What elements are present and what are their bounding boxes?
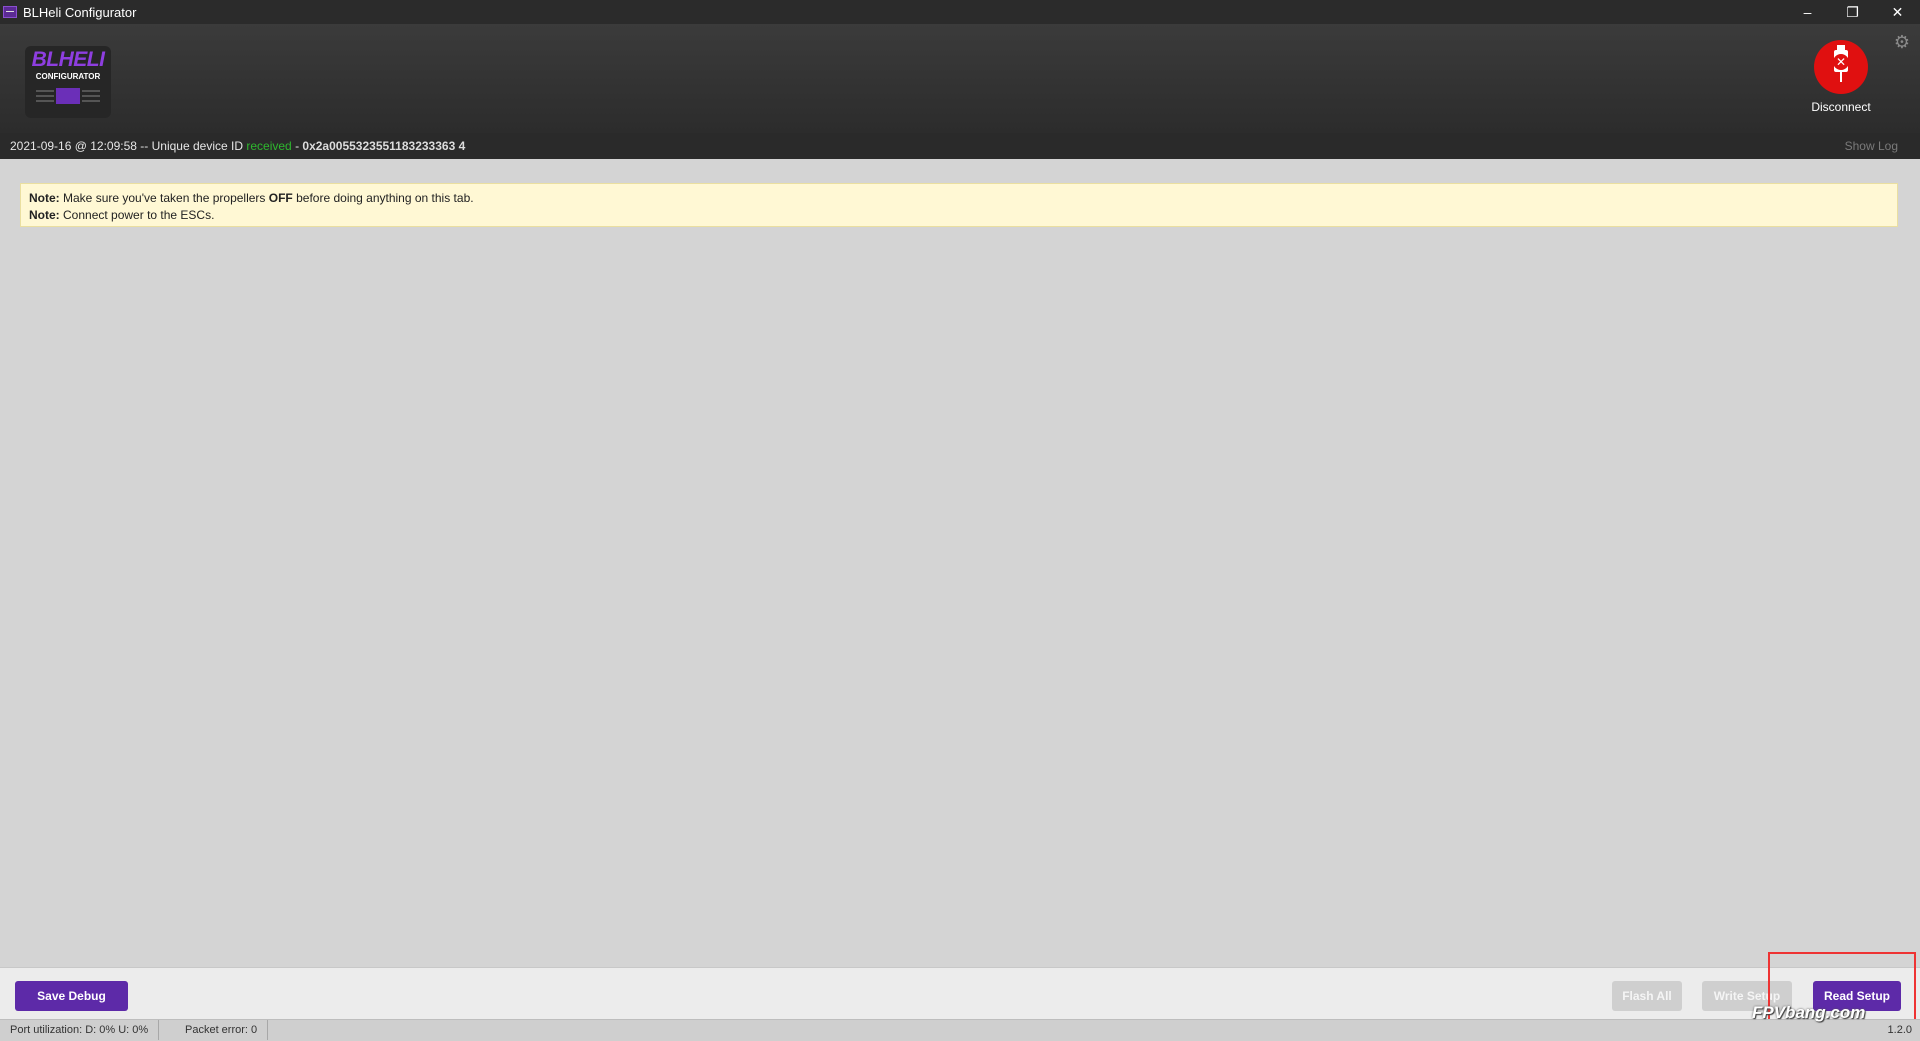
window-controls: – ❐ ✕: [1785, 0, 1920, 24]
bottom-toolbar: Save Debug Log Flash All Write Setup Rea…: [0, 967, 1920, 1033]
close-button[interactable]: ✕: [1875, 0, 1920, 24]
log-text: -- Unique device ID: [140, 139, 244, 153]
note-line: Note: Make sure you've taken the propell…: [29, 190, 1889, 207]
watermark-logo: FPVbang.com: [1752, 1003, 1866, 1022]
note-text: before doing anything on this tab.: [296, 191, 474, 205]
note-text: Make sure you've taken the propellers: [63, 191, 266, 205]
window-titlebar: BLHeli Configurator – ❐ ✕: [0, 0, 1920, 24]
packet-error: Packet error: 0: [175, 1020, 269, 1040]
show-log-link[interactable]: Show Log: [1845, 133, 1898, 159]
restore-button[interactable]: ❐: [1830, 0, 1875, 24]
log-timestamp: 2021-09-16 @ 12:09:58: [10, 139, 137, 153]
window-title: BLHeli Configurator: [23, 4, 137, 20]
logo-title: BLHELI: [31, 48, 105, 71]
usb-disconnect-icon: ✕: [1814, 40, 1868, 94]
note-strong: OFF: [268, 191, 293, 205]
gear-icon[interactable]: ⚙: [1894, 32, 1910, 53]
log-separator: -: [295, 139, 300, 153]
blheli-logo: BLHELI CONFIGURATOR: [25, 46, 111, 118]
log-status: received: [246, 139, 292, 153]
flash-all-button[interactable]: Flash All: [1612, 981, 1682, 1011]
status-bar: Port utilization: D: 0% U: 0% Packet err…: [0, 1019, 1920, 1041]
esc-board-icon: [36, 86, 100, 106]
app-icon: [3, 6, 17, 18]
disconnect-button[interactable]: ✕ Disconnect: [1800, 40, 1882, 114]
note-text: Connect power to the ESCs.: [63, 208, 215, 222]
disconnect-label: Disconnect: [1811, 100, 1871, 114]
minimize-button[interactable]: –: [1785, 0, 1830, 24]
log-message: 2021-09-16 @ 12:09:58 -- Unique device I…: [10, 133, 465, 159]
note-box: Note: Make sure you've taken the propell…: [20, 183, 1898, 227]
save-debug-log-button[interactable]: Save Debug Log: [15, 981, 128, 1033]
note-label: Note:: [29, 208, 60, 222]
logo-subtitle: CONFIGURATOR: [35, 72, 101, 81]
app-header: BLHELI CONFIGURATOR ✕ Disconnect ⚙: [0, 24, 1920, 133]
version-label: 1.2.0: [1887, 1024, 1912, 1036]
note-label: Note:: [29, 191, 60, 205]
note-line: Note: Connect power to the ESCs.: [29, 207, 1889, 224]
log-bar: 2021-09-16 @ 12:09:58 -- Unique device I…: [0, 133, 1920, 159]
port-utilization: Port utilization: D: 0% U: 0%: [0, 1020, 160, 1040]
device-id: 0x2a0055323551183233363 4: [302, 139, 466, 153]
